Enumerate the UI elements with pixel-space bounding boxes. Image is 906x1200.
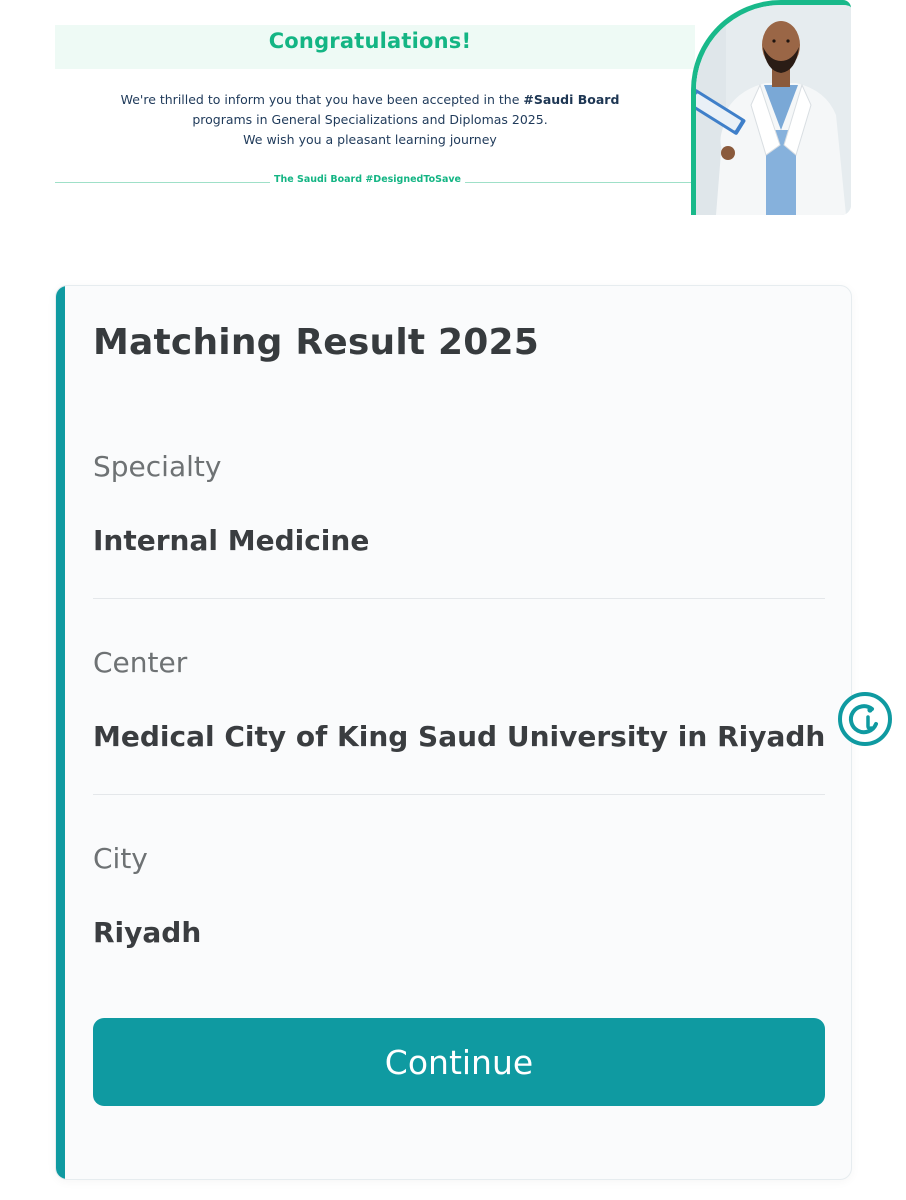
banner-rule-right	[465, 182, 695, 183]
divider-2	[93, 794, 825, 795]
banner-hashtag: #Saudi Board	[523, 92, 620, 107]
card-accent-bar	[56, 286, 65, 1179]
matching-result-card: Matching Result 2025 Specialty Internal …	[55, 285, 852, 1180]
banner-title: Congratulations!	[268, 29, 472, 53]
continue-button[interactable]: Continue	[93, 1018, 825, 1106]
specialty-value: Internal Medicine	[93, 524, 370, 557]
specialty-label: Specialty	[93, 450, 222, 483]
center-label: Center	[93, 646, 188, 679]
card-title: Matching Result 2025	[93, 322, 540, 363]
doctor-photo	[691, 0, 851, 215]
banner-rule-left	[55, 182, 270, 183]
banner-footer: The Saudi Board #DesignedToSave	[55, 172, 695, 192]
banner-message-line-1-text: We're thrilled to inform you that you ha…	[120, 92, 524, 107]
banner-message: We're thrilled to inform you that you ha…	[55, 90, 685, 150]
city-value: Riyadh	[93, 916, 202, 949]
center-value: Medical City of King Saud University in …	[93, 720, 826, 753]
chat-help-icon	[848, 704, 878, 735]
congratulations-banner: Congratulations! We're thrilled to infor…	[55, 0, 851, 215]
banner-message-line-2: programs in General Specializations and …	[192, 112, 548, 127]
city-label: City	[93, 842, 148, 875]
banner-tagline: The Saudi Board #DesignedToSave	[274, 174, 461, 185]
doctor-illustration	[696, 5, 851, 215]
divider-1	[93, 598, 825, 599]
banner-message-line-3: We wish you a pleasant learning journey	[243, 132, 497, 147]
help-chat-button[interactable]	[838, 692, 892, 746]
banner-message-line-1: We're thrilled to inform you that you ha…	[55, 90, 685, 110]
